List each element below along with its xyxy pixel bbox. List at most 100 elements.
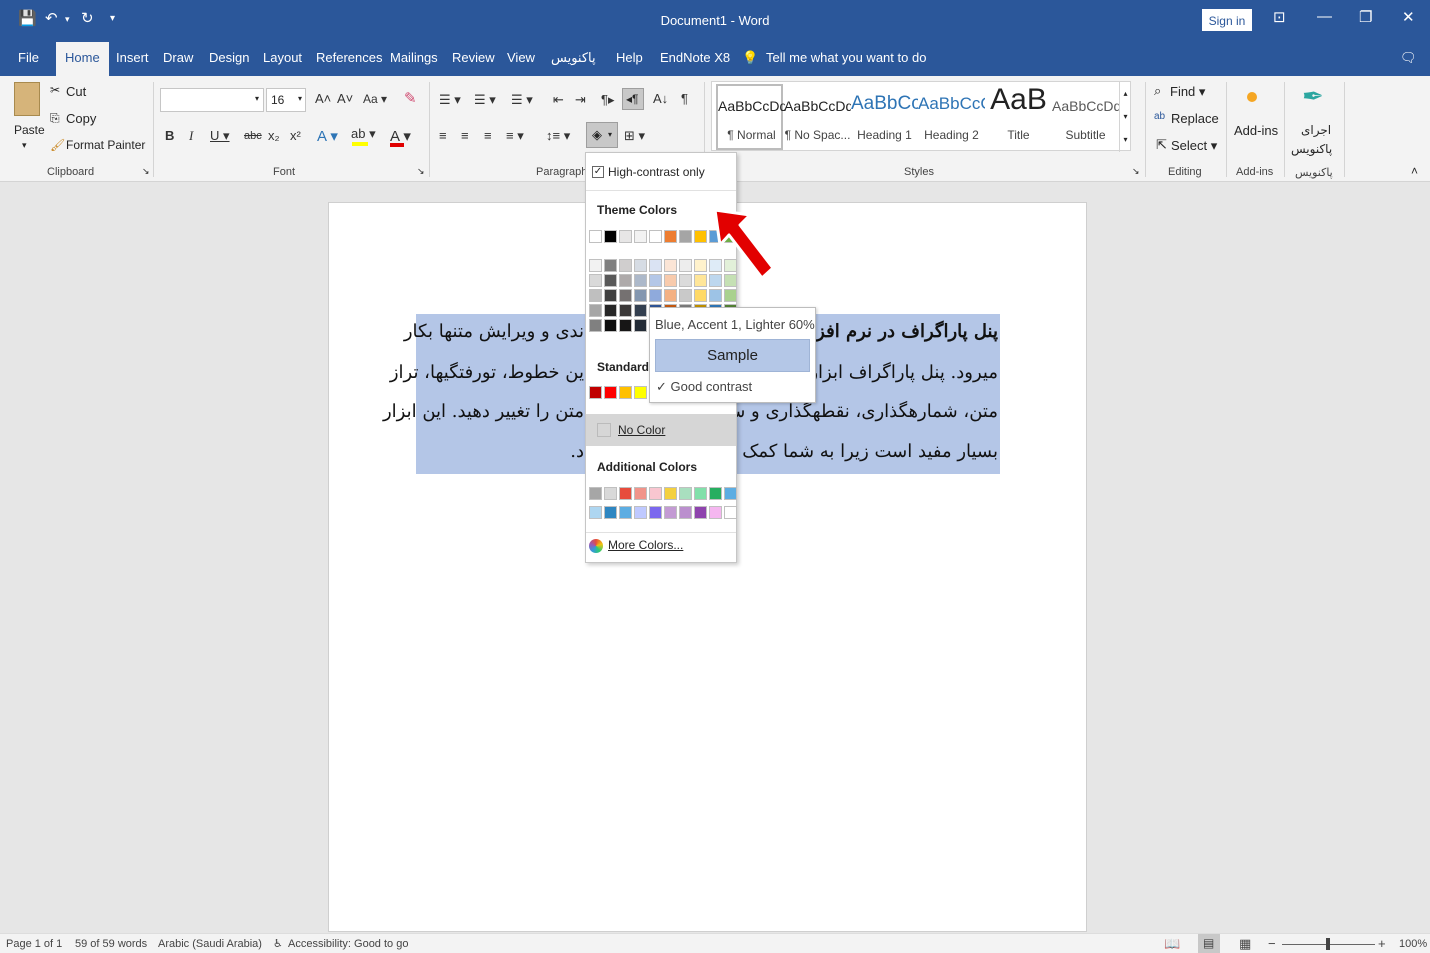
theme-shade-swatch[interactable] <box>634 304 647 317</box>
addins-button[interactable]: Add-ins <box>1234 123 1278 138</box>
print-layout-button[interactable]: ▤ <box>1198 934 1220 953</box>
additional-color-swatch[interactable] <box>619 487 632 500</box>
align-left-icon[interactable]: ≡ <box>439 128 447 143</box>
theme-shade-swatch[interactable] <box>664 274 677 287</box>
borders-icon[interactable]: ⊞ ▾ <box>624 128 645 144</box>
paste-dropdown-icon[interactable]: ▾ <box>22 140 27 151</box>
tab-help[interactable]: Help <box>616 50 643 65</box>
replace-button[interactable]: Replace <box>1171 111 1219 126</box>
theme-shade-swatch[interactable] <box>649 274 662 287</box>
theme-color-swatch[interactable] <box>634 230 647 243</box>
theme-shade-swatch[interactable] <box>619 259 632 272</box>
styles-launcher-icon[interactable]: ↘ <box>1132 166 1140 177</box>
theme-shade-swatch[interactable] <box>664 259 677 272</box>
copy-button[interactable]: Copy <box>66 111 96 126</box>
theme-shade-swatch[interactable] <box>619 304 632 317</box>
theme-shade-swatch[interactable] <box>664 289 677 302</box>
style-title[interactable]: AaB Title <box>985 82 1052 152</box>
theme-shade-swatch[interactable] <box>724 289 737 302</box>
additional-color-swatch[interactable] <box>619 506 632 519</box>
theme-shade-swatch[interactable] <box>634 259 647 272</box>
theme-color-swatch[interactable] <box>619 230 632 243</box>
shrink-font-icon[interactable]: A˅ <box>337 91 353 106</box>
additional-color-swatch[interactable] <box>634 487 647 500</box>
theme-color-swatch[interactable] <box>679 230 692 243</box>
additional-color-swatch[interactable] <box>694 506 707 519</box>
theme-shade-swatch[interactable] <box>589 304 602 317</box>
standard-color-swatch[interactable] <box>589 386 602 399</box>
theme-shade-swatch[interactable] <box>619 274 632 287</box>
theme-color-swatch[interactable] <box>664 230 677 243</box>
subscript-icon[interactable]: x₂ <box>268 128 280 143</box>
collapse-ribbon-icon[interactable]: ˄ <box>1411 164 1418 178</box>
theme-shade-swatch[interactable] <box>709 289 722 302</box>
theme-shade-swatch[interactable] <box>634 319 647 332</box>
zoom-out-icon[interactable]: − <box>1268 936 1276 951</box>
zoom-level[interactable]: 100% <box>1399 938 1427 950</box>
cut-button[interactable]: Cut <box>66 84 86 99</box>
style-normal[interactable]: AaBbCcDd ¶ Normal <box>716 84 785 150</box>
find-button[interactable]: Find ▾ <box>1170 84 1205 100</box>
style-heading-2[interactable]: AaBbCcC Heading 2 <box>918 82 985 152</box>
additional-color-swatch[interactable] <box>604 506 617 519</box>
theme-shade-swatch[interactable] <box>649 289 662 302</box>
sort-icon[interactable]: A↓ <box>653 91 668 106</box>
theme-shade-swatch[interactable] <box>589 274 602 287</box>
accessibility-status[interactable]: Accessibility: Good to go <box>288 938 408 950</box>
show-marks-icon[interactable]: ¶ <box>681 91 688 106</box>
doc-line-1[interactable]: پنل پاراگراف در نرم افزار <box>802 321 998 342</box>
page-count[interactable]: Page 1 of 1 <box>6 938 62 950</box>
additional-color-swatch[interactable] <box>634 506 647 519</box>
font-launcher-icon[interactable]: ↘ <box>417 166 425 177</box>
read-mode-icon[interactable]: 📖 <box>1164 936 1180 952</box>
doc-line-3-left[interactable]: متن را تغییر دهید. این ابزار <box>383 401 584 422</box>
font-size-input[interactable]: 16 ▾ <box>266 88 306 112</box>
additional-color-swatch[interactable] <box>664 487 677 500</box>
superscript-icon[interactable]: x² <box>290 128 301 143</box>
style-subtitle[interactable]: AaBbCcDd Subtitle <box>1052 82 1119 152</box>
standard-color-swatch[interactable] <box>604 386 617 399</box>
theme-shade-swatch[interactable] <box>604 274 617 287</box>
doc-line-2-left[interactable]: ین خطوط، تورفتگیها، تراز <box>390 362 584 383</box>
minimize-icon[interactable]: — <box>1317 8 1332 25</box>
numbering-icon[interactable]: ☰ ▾ <box>474 92 496 108</box>
additional-color-swatch[interactable] <box>589 506 602 519</box>
doc-line-1-left[interactable]: ندی و ویرایش متنها بکار <box>404 321 584 342</box>
ribbon-display-icon[interactable]: ⊡ <box>1273 8 1286 26</box>
run-paknevis-line1[interactable]: اجرای <box>1301 123 1331 137</box>
strikethrough-icon[interactable]: abc <box>244 130 262 142</box>
language-indicator[interactable]: Arabic (Saudi Arabia) <box>158 938 262 950</box>
additional-color-swatch[interactable] <box>679 506 692 519</box>
additional-color-swatch[interactable] <box>679 487 692 500</box>
tab-draw[interactable]: Draw <box>163 50 193 65</box>
styles-scroll[interactable]: ▴ ▾ ▾ <box>1119 82 1131 152</box>
justify-icon[interactable]: ≡ ▾ <box>506 128 524 144</box>
standard-color-swatch[interactable] <box>634 386 647 399</box>
theme-shade-swatch[interactable] <box>589 289 602 302</box>
additional-color-swatch[interactable] <box>649 506 662 519</box>
tab-endnote[interactable]: EndNote X8 <box>660 50 730 65</box>
select-button[interactable]: Select ▾ <box>1171 138 1217 154</box>
ltr-icon[interactable]: ¶▸ <box>601 92 615 108</box>
additional-color-swatch[interactable] <box>724 506 737 519</box>
tab-layout[interactable]: Layout <box>263 50 302 65</box>
align-center-icon[interactable]: ≡ <box>461 128 469 143</box>
theme-color-swatch[interactable] <box>604 230 617 243</box>
theme-shade-swatch[interactable] <box>604 259 617 272</box>
style-no-spacing[interactable]: AaBbCcDd ¶ No Spac... <box>784 82 851 152</box>
theme-color-swatch[interactable] <box>589 230 602 243</box>
additional-color-swatch[interactable] <box>709 487 722 500</box>
tab-mailings[interactable]: Mailings <box>390 50 438 65</box>
zoom-in-icon[interactable]: + <box>1378 936 1386 951</box>
more-colors-button[interactable]: More Colors... <box>608 538 683 552</box>
additional-color-swatch[interactable] <box>604 487 617 500</box>
font-name-input[interactable]: ▾ <box>160 88 264 112</box>
bullets-icon[interactable]: ☰ ▾ <box>439 92 461 108</box>
tab-paknevis[interactable]: پاکنویس <box>551 50 596 66</box>
high-contrast-checkbox[interactable]: ✓ <box>592 166 604 178</box>
theme-color-swatch[interactable] <box>649 230 662 243</box>
additional-color-swatch[interactable] <box>664 506 677 519</box>
bold-icon[interactable]: B <box>165 128 174 143</box>
tab-insert[interactable]: Insert <box>116 50 149 65</box>
theme-shade-swatch[interactable] <box>619 319 632 332</box>
